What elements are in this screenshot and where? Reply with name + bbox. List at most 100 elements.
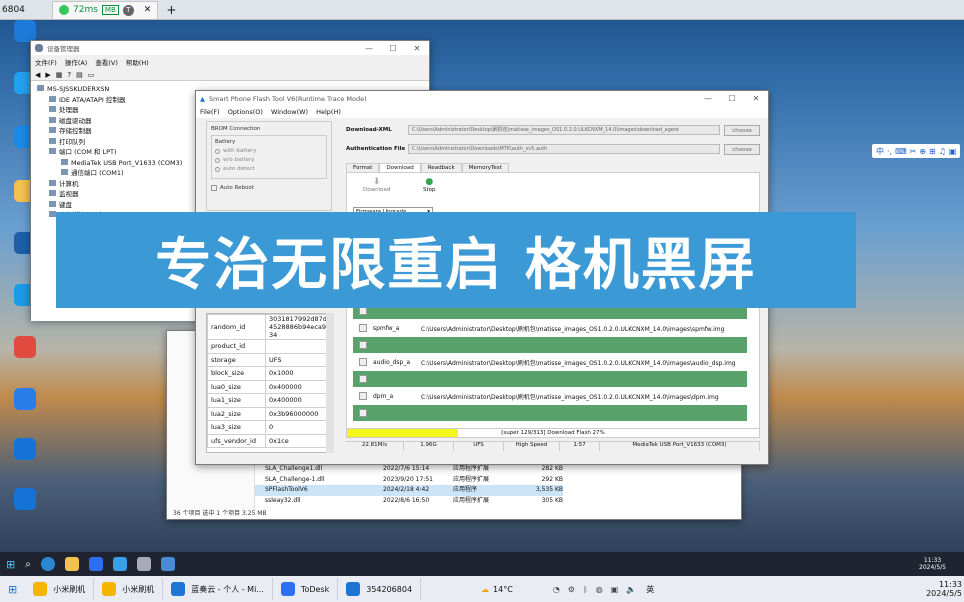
tag-icon: T [122, 4, 134, 16]
taskbar-task[interactable]: ToDesk [273, 578, 339, 600]
tab-readback[interactable]: Readback [420, 163, 462, 172]
edge-icon[interactable] [40, 557, 55, 571]
tab-download[interactable]: Download [379, 163, 421, 172]
property-value: UFS [265, 352, 333, 367]
ime-tray-item[interactable]: ⌨ [895, 147, 907, 156]
desktop-icon[interactable] [2, 336, 48, 360]
ime-tray-item[interactable]: ⊞ [929, 147, 936, 156]
battery-option[interactable]: w/o battery [215, 157, 323, 163]
app-icon[interactable] [112, 557, 127, 571]
start-icon[interactable]: ⊞ [0, 583, 25, 596]
partition-checkbox[interactable] [359, 358, 367, 366]
taskbar-task[interactable]: 蓝奏云 - 个人 - Mi... [163, 578, 273, 600]
menu-item[interactable]: 帮助(H) [126, 57, 149, 67]
menu-item[interactable]: File(F) [200, 108, 220, 116]
tray-icon[interactable]: ⚙ [568, 585, 575, 594]
partition-row[interactable]: audio_dsp_a C:\Users\Administrator\Deskto… [353, 354, 747, 371]
todesk-icon[interactable] [88, 557, 103, 571]
file-row[interactable]: SLA_Challenge-1.dll 2023/9/20 17:51 应用程序扩展… [255, 475, 563, 486]
ime-tray-item[interactable]: ⊕ [919, 147, 926, 156]
device-icon [49, 179, 56, 186]
download-xml-choose-button[interactable]: choose [724, 125, 760, 136]
tray-icon[interactable]: ◔ [553, 585, 560, 594]
partition-row[interactable]: dpm_a C:\Users\Administrator\Desktop\刷机包\… [353, 388, 747, 405]
device-manager-icon [35, 44, 43, 52]
property-row: random_id 3031817992d87d14528886b94eca9f3… [207, 314, 333, 340]
property-value [265, 339, 333, 354]
tray-icon[interactable]: ◍ [596, 585, 603, 594]
property-key: lua1_size [207, 393, 266, 408]
bluetooth-icon[interactable]: ᛒ [583, 585, 588, 594]
new-tab-button[interactable]: + [166, 3, 176, 17]
file-row[interactable]: ssleay32.dll 2022/8/6 16:50 应用程序扩展 305 KB [255, 496, 563, 507]
ime-tray-item[interactable]: 中 [876, 146, 884, 157]
taskbar-task[interactable]: 小米刷机 [94, 578, 164, 600]
partition-checkbox[interactable] [359, 375, 367, 383]
device-icon [61, 158, 68, 165]
monitor-icon[interactable]: ▭ [88, 71, 95, 79]
close-button[interactable]: ✕ [405, 44, 429, 53]
stop-action[interactable]: ● Stop [423, 177, 436, 193]
maximize-button[interactable]: ☐ [720, 94, 744, 103]
ime-tray-item[interactable]: ✂ [910, 147, 917, 156]
partition-row[interactable] [353, 405, 747, 422]
menu-item[interactable]: Options(O) [228, 108, 263, 116]
flash-tool-task-icon[interactable] [160, 557, 175, 571]
taskbar-task[interactable]: 小米刷机 [25, 578, 95, 600]
download-xml-field[interactable]: C:\Users\Administrator\Desktop\刷机包\matis… [408, 125, 720, 135]
browser-tab[interactable]: 72ms MB T ✕ [52, 0, 159, 19]
file-row[interactable]: SLA_Challenge1.dll 2022/7/6 15:14 应用程序扩展 28… [255, 464, 563, 475]
ime-tray-item[interactable]: ·, [887, 147, 892, 156]
properties-scrollbar[interactable] [326, 313, 334, 453]
file-date: 2022/7/6 15:14 [383, 465, 430, 472]
menu-item[interactable]: Help(H) [316, 108, 341, 116]
search-icon[interactable]: ⌕ [25, 559, 31, 570]
partition-checkbox[interactable] [359, 392, 367, 400]
ime-tray-item[interactable]: ▣ [949, 147, 957, 156]
partition-row[interactable]: spmfw_a C:\Users\Administrator\Desktop\刷机… [353, 320, 747, 337]
menu-item[interactable]: 操作(A) [65, 57, 88, 67]
tab-format[interactable]: Format [346, 163, 380, 172]
menu-item[interactable]: 查看(V) [95, 57, 118, 67]
promo-banner: 专治无限重启 格机黑屏 [56, 212, 856, 308]
help-icon[interactable]: ? [67, 71, 71, 79]
partition-checkbox[interactable] [359, 409, 367, 417]
menu-item[interactable]: 文件(F) [35, 57, 57, 67]
battery-option[interactable]: with battery [215, 148, 323, 154]
grid-icon[interactable]: ▦ [56, 71, 63, 79]
close-button[interactable]: ✕ [744, 94, 768, 103]
auth-file-field[interactable]: C:\Users\Administrator\Downloads\MTK\aut… [408, 144, 720, 154]
minimize-button[interactable]: — [696, 94, 720, 103]
ime-tray-item[interactable]: ♫ [939, 147, 946, 156]
wifi-icon [59, 5, 69, 15]
back-icon[interactable]: ◀ [35, 71, 40, 79]
maximize-button[interactable]: ☐ [381, 44, 405, 53]
close-tab-icon[interactable]: ✕ [144, 5, 152, 15]
battery-option[interactable]: auto detect [215, 166, 323, 172]
partition-row[interactable] [353, 371, 747, 388]
tray-icon[interactable]: ▣ [611, 585, 619, 594]
volume-icon[interactable]: 🔈 [626, 585, 636, 594]
start-icon[interactable]: ⊞ [6, 558, 15, 571]
desktop-icon[interactable] [2, 388, 48, 412]
desktop-icon[interactable] [2, 438, 48, 462]
ime-label[interactable]: 英 [646, 584, 654, 595]
forward-icon[interactable]: ▶ [45, 71, 50, 79]
partition-checkbox[interactable] [359, 307, 367, 315]
file-row[interactable]: SPFlashToolV6 2024/2/18 4:42 应用程序 3,535 KB [255, 485, 563, 496]
auto-reboot-checkbox[interactable]: Auto Reboot [211, 185, 327, 191]
tab-memorytest[interactable]: MemoryTest [461, 163, 509, 172]
download-action[interactable]: ⬇ Download [363, 177, 390, 193]
partition-checkbox[interactable] [359, 341, 367, 349]
folder-icon[interactable] [64, 557, 79, 571]
menu-item[interactable]: Window(W) [271, 108, 308, 116]
minimize-button[interactable]: — [357, 44, 381, 53]
partition-row[interactable] [353, 337, 747, 354]
desktop-icon[interactable] [2, 488, 48, 512]
properties-icon[interactable]: ▤ [76, 71, 83, 79]
taskbar-task[interactable]: 354206804 [338, 578, 422, 600]
partition-checkbox[interactable] [359, 324, 367, 332]
auth-file-choose-button[interactable]: choose [724, 144, 760, 155]
partition-name: dpm_a [373, 392, 394, 400]
settings-icon[interactable] [136, 557, 151, 571]
